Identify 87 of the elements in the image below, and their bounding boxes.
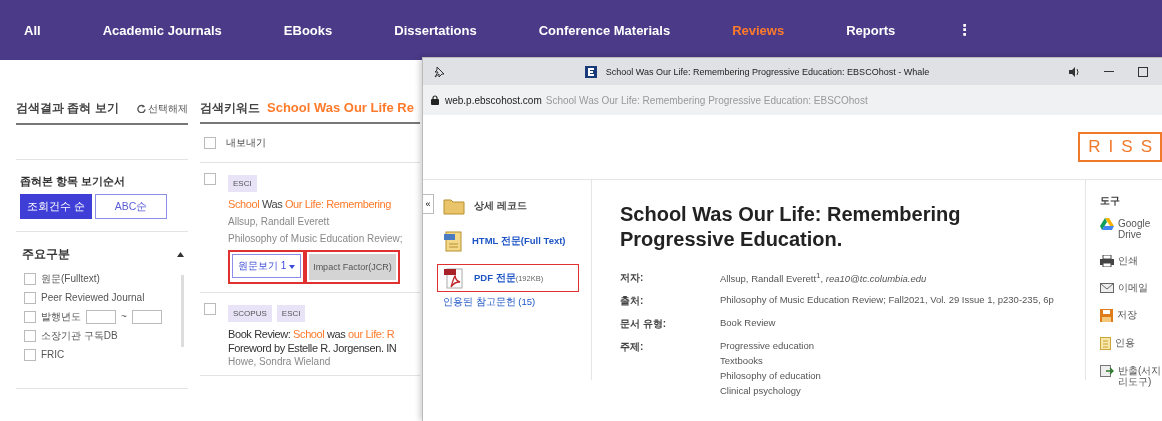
collapse-button[interactable]: «	[423, 194, 434, 214]
field-label: 주제:	[620, 339, 645, 354]
category-tab[interactable]: All	[24, 22, 41, 38]
checkbox[interactable]	[24, 272, 36, 285]
document-icon	[443, 230, 463, 252]
field-label: 문서 유형:	[620, 316, 668, 331]
index-badge: ESCI	[276, 305, 306, 322]
section-title: 주요구분	[22, 246, 70, 263]
category-tab[interactable]: Conference Materials	[538, 22, 671, 38]
index-badge: ESCI	[228, 175, 257, 192]
tool-item[interactable]: 인용	[1100, 337, 1162, 350]
sidebar-item[interactable]: 상세 레코드	[437, 194, 579, 218]
minimize-icon[interactable]	[1104, 70, 1114, 73]
panel-title: 검색결과 좁혀 보기	[16, 100, 119, 117]
export-icon	[1100, 365, 1114, 377]
tool-item[interactable]: 이메일	[1100, 282, 1162, 294]
document-icon	[1100, 337, 1111, 350]
result-author: Allsup, Randall Everett	[228, 216, 331, 227]
option-label: Peer Reviewed Journal	[41, 292, 145, 303]
option-label: 발행년도	[41, 309, 81, 324]
search-keyword: School Was Our Life Re	[267, 100, 414, 115]
field-value: Textbooks	[720, 354, 764, 366]
field-label: 저자:	[620, 270, 645, 285]
title-text[interactable]: Was	[259, 198, 285, 210]
maximize-icon[interactable]	[1138, 66, 1148, 77]
result-source: Philosophy of Music Education Review;	[228, 233, 403, 244]
impact-factor-button[interactable]: Impact Factor(JCR)	[309, 254, 396, 280]
scrollbar[interactable]	[181, 275, 184, 347]
category-tab[interactable]: Academic Journals	[102, 22, 222, 38]
category-tab[interactable]: Dissertations	[394, 22, 477, 38]
sidebar-item[interactable]: HTML 전문(Full Text)	[437, 227, 579, 255]
title-text[interactable]: Book Review:	[228, 328, 294, 340]
checkbox[interactable]	[204, 137, 216, 149]
index-badge: SCOPUS	[228, 305, 272, 322]
fulltext-button[interactable]: 원문보기 1	[232, 254, 302, 278]
lock-icon	[431, 95, 439, 105]
field-value: Progressive education	[720, 339, 815, 351]
window-title: School Was Our Life: Remembering Progressive Education: EBSCOhost - Whale	[605, 66, 930, 77]
field-value: Book Review	[720, 316, 776, 328]
year-input-field[interactable]	[131, 309, 162, 324]
year-input-field[interactable]	[86, 309, 116, 324]
option-label: FRIC	[41, 349, 65, 360]
title-text[interactable]: Foreword by Estelle R. Jorgensen. IN	[228, 342, 397, 354]
refresh-icon	[137, 104, 146, 113]
caret-icon[interactable]	[177, 252, 184, 257]
title-text[interactable]: was	[324, 328, 349, 340]
checkbox[interactable]	[24, 310, 36, 323]
tool-item[interactable]: 인쇄	[1100, 255, 1162, 267]
address-bar[interactable]: web.p.ebscohost.com School Was Our Life: Remembering Progressive Education: EBSCOhost	[423, 85, 1162, 115]
option-label: 원문(Fulltext)	[41, 271, 100, 286]
checkbox[interactable]	[204, 173, 216, 185]
field-label: 출처:	[620, 293, 645, 308]
sort-button[interactable]: 조회건수 순	[20, 194, 92, 219]
field-value: Clinical psychology	[720, 384, 802, 396]
folder-icon	[443, 197, 465, 215]
checkbox[interactable]	[24, 329, 36, 342]
pin-icon[interactable]	[433, 65, 445, 78]
speaker-icon[interactable]	[1069, 66, 1080, 77]
checkbox[interactable]	[24, 291, 36, 304]
sort-button[interactable]: ABC순	[95, 194, 167, 219]
tools-title: 도구	[1100, 194, 1121, 208]
checkbox[interactable]	[24, 348, 36, 361]
checkbox[interactable]	[204, 303, 216, 315]
sort-title: 좁혀본 항목 보기순서	[20, 174, 127, 189]
printer-icon	[1100, 255, 1114, 267]
tool-item[interactable]: 저장	[1100, 309, 1162, 322]
drive-icon	[1100, 218, 1114, 230]
envelope-icon	[1100, 282, 1114, 294]
option-label: 소장기관 구독DB	[41, 328, 118, 343]
category-tab[interactable]: EBooks	[283, 22, 333, 38]
tool-item[interactable]: Google Drive	[1100, 218, 1162, 240]
result-author: Howe, Sondra Wieland	[228, 356, 332, 367]
category-tab[interactable]: Reports	[846, 22, 896, 38]
caret-icon	[289, 265, 296, 269]
field-value: Philosophy of education	[720, 369, 821, 381]
keyword-label: 검색키워드	[200, 100, 260, 117]
reset-button[interactable]: 선택해제	[137, 101, 188, 116]
site-favicon-icon	[584, 65, 597, 78]
article-title: School Was Our Life: Remembering Progressive Education.	[620, 202, 962, 253]
more-menu-icon[interactable]: ⋮	[957, 21, 973, 39]
pdf-icon	[443, 267, 465, 289]
field-value: Allsup, Randall Everett$^{1}$, rea10@tc.columbia.edu	[720, 270, 927, 284]
category-tab[interactable]: Reviews	[732, 22, 785, 38]
field-value: Philosophy of Music Education Review; Fall2021, Vol. 29 Issue 1, p230-235, 6p	[720, 293, 1054, 305]
tool-item[interactable]: 반출(서지 리도구)	[1100, 365, 1162, 387]
range-separator: ~	[121, 311, 127, 322]
export-label: 내보내기	[226, 136, 266, 150]
